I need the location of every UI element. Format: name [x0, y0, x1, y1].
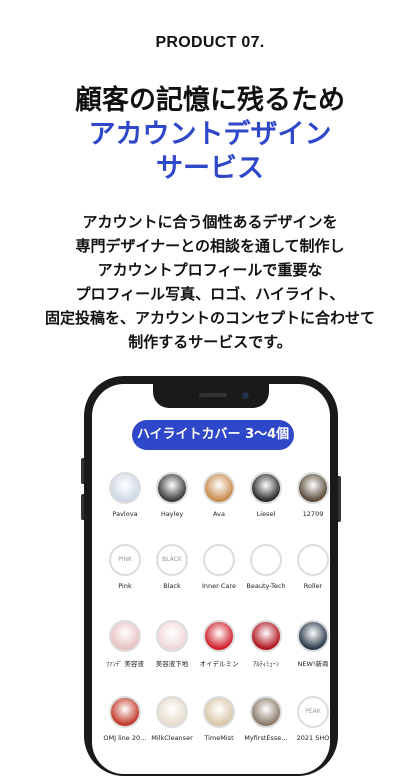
highlight-label: MyfirstEsse… — [244, 734, 288, 742]
headline-line-2: アカウントデザイン — [88, 119, 332, 150]
bottle-icon — [156, 696, 188, 728]
highlight-item[interactable]: OMJ line 20… — [102, 696, 148, 742]
highlight-label: MilkCleanser — [151, 734, 193, 742]
product-icon — [297, 620, 329, 652]
device-icon — [250, 544, 282, 576]
highlight-item[interactable]: PINK Pink — [102, 544, 148, 590]
highlight-circle-text: BLACK — [162, 556, 182, 563]
dress-icon — [203, 472, 235, 504]
description-line: アカウントプロフィールで重要な — [97, 261, 323, 279]
cosmetic-icon — [109, 620, 141, 652]
bottle-icon — [203, 544, 235, 576]
highlight-item[interactable]: オイデルミン — [196, 620, 242, 668]
highlight-item[interactable]: MyfirstEsse… — [243, 696, 289, 742]
highlight-item[interactable]: Hayley — [149, 472, 195, 518]
highlight-label: Black — [163, 582, 181, 590]
highlight-circle-text: PEAK — [305, 708, 321, 715]
highlight-label: TimeMist — [204, 734, 234, 742]
highlight-item[interactable]: Inner Care — [196, 544, 242, 590]
text-circle-icon: PEAK — [297, 696, 329, 728]
camera-icon — [242, 392, 249, 399]
highlight-item[interactable]: MilkCleanser — [149, 696, 195, 742]
description-line: プロフィール写真、ロゴ、ハイライト、 — [75, 285, 345, 303]
highlight-label: Pavlova — [112, 510, 138, 518]
headline-line-3: サービス — [156, 153, 264, 184]
hands-icon — [109, 696, 141, 728]
bottle-icon — [203, 620, 235, 652]
highlight-label: Roller — [303, 582, 323, 590]
roller-icon — [297, 544, 329, 576]
dress-icon — [109, 472, 141, 504]
venue-icon — [297, 472, 329, 504]
phone-screen: ハイライトカバー 3〜4個 Pavlova Hayley Ava Liesel 1270… — [92, 384, 330, 774]
highlight-label: Inner Care — [202, 582, 236, 590]
highlight-label: オイデルミン — [199, 660, 239, 668]
portrait-icon — [250, 696, 282, 728]
highlight-circle-text: PINK — [118, 556, 132, 563]
highlight-item[interactable]: 美容液下地 — [149, 620, 195, 668]
dress-icon — [250, 472, 282, 504]
bottle-icon — [203, 696, 235, 728]
highlight-item[interactable]: NEW!新商 — [290, 620, 330, 668]
highlight-item[interactable]: Ava — [196, 472, 242, 518]
description-line: 制作するサービスです。 — [128, 333, 292, 351]
phone-notch — [153, 384, 269, 408]
highlight-cover-badge: ハイライトカバー 3〜4個 — [132, 420, 294, 450]
highlight-item[interactable]: Beauty-Tech — [243, 544, 289, 590]
description-line: 固定投稿を、アカウントのコンセプトに合わせて — [44, 309, 375, 327]
highlight-label: ﾌｧﾝﾃﾞ 美容液 — [106, 660, 144, 668]
highlight-item[interactable]: TimeMist — [196, 696, 242, 742]
speaker-icon — [199, 393, 227, 397]
headline-line-1: 顧客の記憶に残るため — [75, 85, 345, 116]
highlight-item[interactable]: 12709 — [290, 472, 330, 518]
dress-icon — [156, 472, 188, 504]
description-line: アカウントに合う個性あるデザインを — [82, 213, 338, 231]
highlight-label: Liesel — [256, 510, 276, 518]
highlight-label: ｱﾙﾃｨﾐｭｰﾝ — [253, 660, 279, 668]
highlight-label: Ava — [213, 510, 225, 518]
text-circle-icon: PINK — [109, 544, 141, 576]
headline: 顧客の記憶に残るため アカウントデザイン サービス — [0, 84, 420, 186]
highlight-item[interactable]: ｱﾙﾃｨﾐｭｰﾝ — [243, 620, 289, 668]
highlight-label: Beauty-Tech — [246, 582, 286, 590]
highlight-item[interactable]: Roller — [290, 544, 330, 590]
highlight-label: 2021 SHO — [296, 734, 330, 742]
highlight-label: 美容液下地 — [155, 660, 189, 668]
highlight-item[interactable]: ﾌｧﾝﾃﾞ 美容液 — [102, 620, 148, 668]
highlight-item[interactable]: BLACK Black — [149, 544, 195, 590]
text-circle-icon: BLACK — [156, 544, 188, 576]
highlight-item[interactable]: Pavlova — [102, 472, 148, 518]
description: アカウントに合う個性あるデザインを 専門デザイナーとの相談を通して制作し アカウ… — [0, 210, 420, 354]
highlight-label: Pink — [118, 582, 132, 590]
highlight-item[interactable]: Liesel — [243, 472, 289, 518]
product-label: PRODUCT 07. — [155, 34, 265, 51]
highlight-label: Hayley — [160, 510, 184, 518]
highlight-item[interactable]: PEAK 2021 SHO — [290, 696, 330, 742]
bottle-icon — [250, 620, 282, 652]
highlight-label: OMJ line 20… — [103, 734, 147, 742]
description-line: 専門デザイナーとの相談を通して制作し — [75, 237, 345, 255]
highlight-label: 12709 — [302, 510, 324, 518]
highlight-label: NEW!新商 — [297, 660, 329, 668]
cosmetic-icon — [156, 620, 188, 652]
